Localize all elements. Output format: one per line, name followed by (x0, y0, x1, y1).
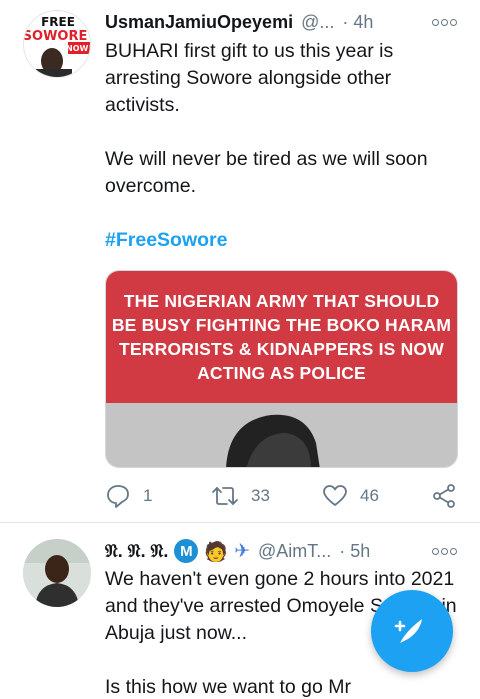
reply-count: 1 (143, 486, 153, 505)
more-icon[interactable] (432, 16, 458, 28)
tweet-header: UsmanJamiuOpeyemi @... · 4h (105, 10, 415, 34)
timestamp[interactable]: · 5h (339, 541, 370, 562)
media-photo (106, 403, 457, 467)
share-icon (433, 484, 455, 508)
media-caption: THE NIGERIAN ARMY THAT SHOULD BE BUSY FI… (111, 291, 452, 383)
compose-icon (394, 619, 422, 643)
tweet-text: BUHARI first gift to us this year is arr… (105, 40, 394, 116)
more-icon[interactable] (432, 545, 458, 557)
avatar[interactable] (23, 539, 91, 607)
timestamp[interactable]: · 4h (342, 12, 373, 33)
share-button[interactable] (431, 482, 457, 510)
logo-line2: SOWORE (24, 29, 87, 44)
tweet-actions: 1 33 46 (105, 482, 460, 510)
media-banner: THE NIGERIAN ARMY THAT SHOULD BE BUSY FI… (106, 271, 457, 403)
tweet-text: Is this how we want to go Mr (105, 676, 352, 698)
hashtag-link[interactable]: #FreeSowore (105, 227, 460, 254)
tweet-text: We will never be tired as we will soon o… (105, 148, 428, 197)
tweet[interactable]: FREE SOWORE NOW! UsmanJamiuOpeyemi @... … (0, 0, 480, 524)
airplane-emoji-icon: ✈ (234, 540, 250, 562)
compose-tweet-button[interactable] (371, 590, 453, 672)
user-handle[interactable]: @... (301, 12, 334, 33)
person-emoji-icon: 🧑 (204, 540, 229, 563)
tweet-header: 𝔑. 𝔑. 𝔑. M 🧑 ✈ @AimT... · 5h (105, 539, 415, 563)
m-badge-icon: M (174, 539, 199, 563)
like-button[interactable]: 46 (322, 482, 379, 510)
user-handle[interactable]: @AimT... (258, 541, 331, 562)
user-photo (23, 539, 91, 607)
tweet-divider (0, 522, 480, 523)
logo-line3: NOW! (66, 44, 91, 53)
free-sowore-logo: FREE SOWORE NOW! (24, 15, 91, 77)
retweet-count: 33 (251, 486, 270, 505)
display-name[interactable]: UsmanJamiuOpeyemi (105, 12, 293, 33)
avatar[interactable]: FREE SOWORE NOW! (23, 10, 91, 78)
retweet-button[interactable]: 33 (211, 482, 270, 510)
reply-icon (107, 485, 129, 508)
like-icon (323, 485, 347, 506)
like-count: 46 (360, 486, 379, 505)
display-name[interactable]: 𝔑. 𝔑. 𝔑. (105, 541, 168, 562)
tweet-media-image[interactable]: THE NIGERIAN ARMY THAT SHOULD BE BUSY FI… (105, 270, 458, 468)
reply-button[interactable]: 1 (105, 482, 152, 510)
retweet-icon (212, 487, 238, 505)
logo-line1: FREE (41, 15, 75, 29)
